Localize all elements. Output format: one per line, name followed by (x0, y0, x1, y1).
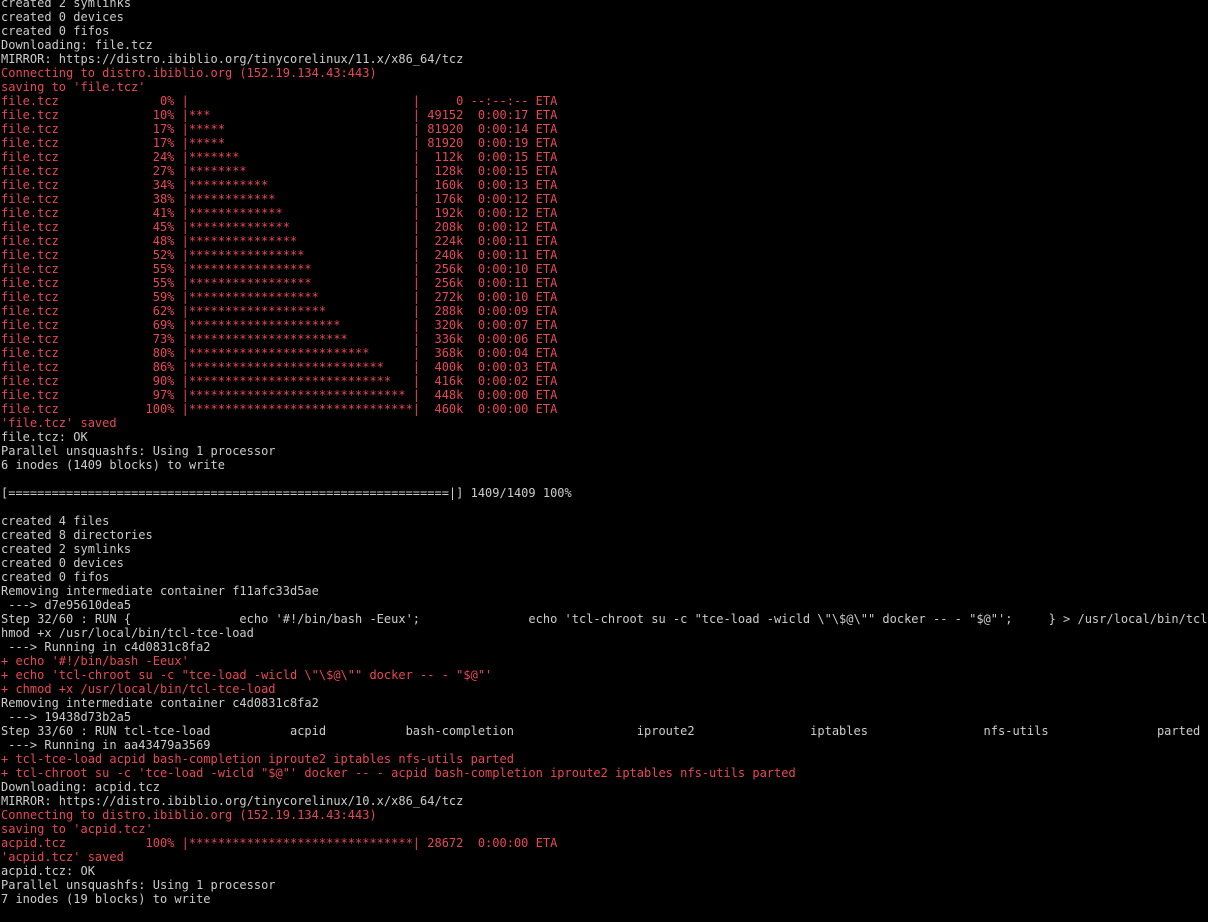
stderr-line: file.tcz 24% |******* | 112k 0:00:15 ETA (1, 150, 558, 164)
terminal-window[interactable]: created 2 symlinks created 0 devices creat… (0, 0, 1208, 922)
stderr-line: Connecting to distro.ibiblio.org (152.19… (1, 66, 377, 80)
stderr-line: file.tcz 100% |*************************… (1, 402, 558, 416)
stdout-line: [=======================================… (1, 486, 572, 500)
stderr-line: file.tcz 45% |************** | 208k 0:00… (1, 220, 558, 234)
stderr-line: 'acpid.tcz' saved (1, 850, 124, 864)
stderr-line: file.tcz 34% |*********** | 160k 0:00:13… (1, 178, 558, 192)
stderr-line: acpid.tcz 100% |************************… (1, 836, 558, 850)
stderr-line: file.tcz 73% |********************** | 3… (1, 332, 558, 346)
stdout-line: created 4 files (1, 514, 110, 528)
stderr-line: file.tcz 41% |************* | 192k 0:00:… (1, 206, 558, 220)
stdout-line: created 2 symlinks (1, 542, 132, 556)
stderr-line: saving to 'file.tcz' (1, 80, 146, 94)
stdout-line: ---> d7e95610dea5 (1, 598, 132, 612)
stdout-line: acpid.tcz: OK (1, 864, 95, 878)
stderr-line: file.tcz 59% |****************** | 272k … (1, 290, 558, 304)
stdout-line: ---> 19438d73b2a5 (1, 710, 132, 724)
stdout-line: Downloading: file.tcz (1, 38, 153, 52)
stdout-line: created 8 directories (1, 528, 153, 542)
stderr-line: file.tcz 90% |**************************… (1, 374, 558, 388)
stdout-line: 7 inodes (19 blocks) to write (1, 892, 211, 906)
stderr-line: file.tcz 10% |*** | 49152 0:00:17 ETA (1, 108, 558, 122)
stderr-line: file.tcz 80% |************************* … (1, 346, 558, 360)
stderr-line: saving to 'acpid.tcz' (1, 822, 153, 836)
stderr-line: file.tcz 17% |***** | 81920 0:00:14 ETA (1, 122, 558, 136)
stderr-line: file.tcz 69% |********************* | 32… (1, 318, 558, 332)
stderr-line: + tcl-chroot su -c 'tce-load -wicld "$@"… (1, 766, 796, 780)
stdout-line: Parallel unsquashfs: Using 1 processor (1, 878, 276, 892)
stdout-line: MIRROR: https://distro.ibiblio.org/tinyc… (1, 52, 464, 66)
stdout-line: ---> Running in c4d0831c8fa2 (1, 640, 211, 654)
stdout-line: MIRROR: https://distro.ibiblio.org/tinyc… (1, 794, 464, 808)
stdout-line: Parallel unsquashfs: Using 1 processor (1, 444, 276, 458)
stdout-line: Removing intermediate container f11afc33… (1, 584, 319, 598)
stdout-line: created 0 fifos (1, 24, 110, 38)
stderr-line: file.tcz 86% |**************************… (1, 360, 558, 374)
stderr-line: file.tcz 17% |***** | 81920 0:00:19 ETA (1, 136, 558, 150)
stdout-line: Removing intermediate container c4d0831c… (1, 696, 319, 710)
stderr-line: file.tcz 0% | | 0 --:--:-- ETA (1, 94, 558, 108)
stderr-line: + echo 'tcl-chroot su -c "tce-load -wicl… (1, 668, 493, 682)
stderr-line: file.tcz 55% |***************** | 256k 0… (1, 262, 558, 276)
stderr-line: + tcl-tce-load acpid bash-completion ipr… (1, 752, 514, 766)
stderr-line: file.tcz 97% |**************************… (1, 388, 558, 402)
stdout-line: created 2 symlinks (1, 0, 132, 10)
stderr-line: Connecting to distro.ibiblio.org (152.19… (1, 808, 377, 822)
stdout-line: Step 33/60 : RUN tcl-tce-load acpid bash… (1, 724, 1201, 738)
stdout-line: hmod +x /usr/local/bin/tcl-tce-load (1, 626, 254, 640)
stderr-line: file.tcz 55% |***************** | 256k 0… (1, 276, 558, 290)
stderr-line: file.tcz 27% |******** | 128k 0:00:15 ET… (1, 164, 558, 178)
stdout-line: created 0 devices (1, 556, 124, 570)
stderr-line: file.tcz 62% |******************* | 288k… (1, 304, 558, 318)
stdout-line: created 0 devices (1, 10, 124, 24)
stderr-line: 'file.tcz' saved (1, 416, 117, 430)
stdout-line: Step 32/60 : RUN { echo '#!/bin/bash -Ee… (1, 612, 1208, 626)
stdout-line: Downloading: acpid.tcz (1, 780, 160, 794)
stdout-line: file.tcz: OK (1, 430, 88, 444)
stderr-line: file.tcz 38% |************ | 176k 0:00:1… (1, 192, 558, 206)
stderr-line: + chmod +x /usr/local/bin/tcl-tce-load (1, 682, 276, 696)
stdout-line: ---> Running in aa43479a3569 (1, 738, 211, 752)
stderr-line: + echo '#!/bin/bash -Eeux' (1, 654, 189, 668)
stderr-line: file.tcz 48% |*************** | 224k 0:0… (1, 234, 558, 248)
stdout-line: 6 inodes (1409 blocks) to write (1, 458, 225, 472)
stderr-line: file.tcz 52% |**************** | 240k 0:… (1, 248, 558, 262)
stdout-line: created 0 fifos (1, 570, 110, 584)
